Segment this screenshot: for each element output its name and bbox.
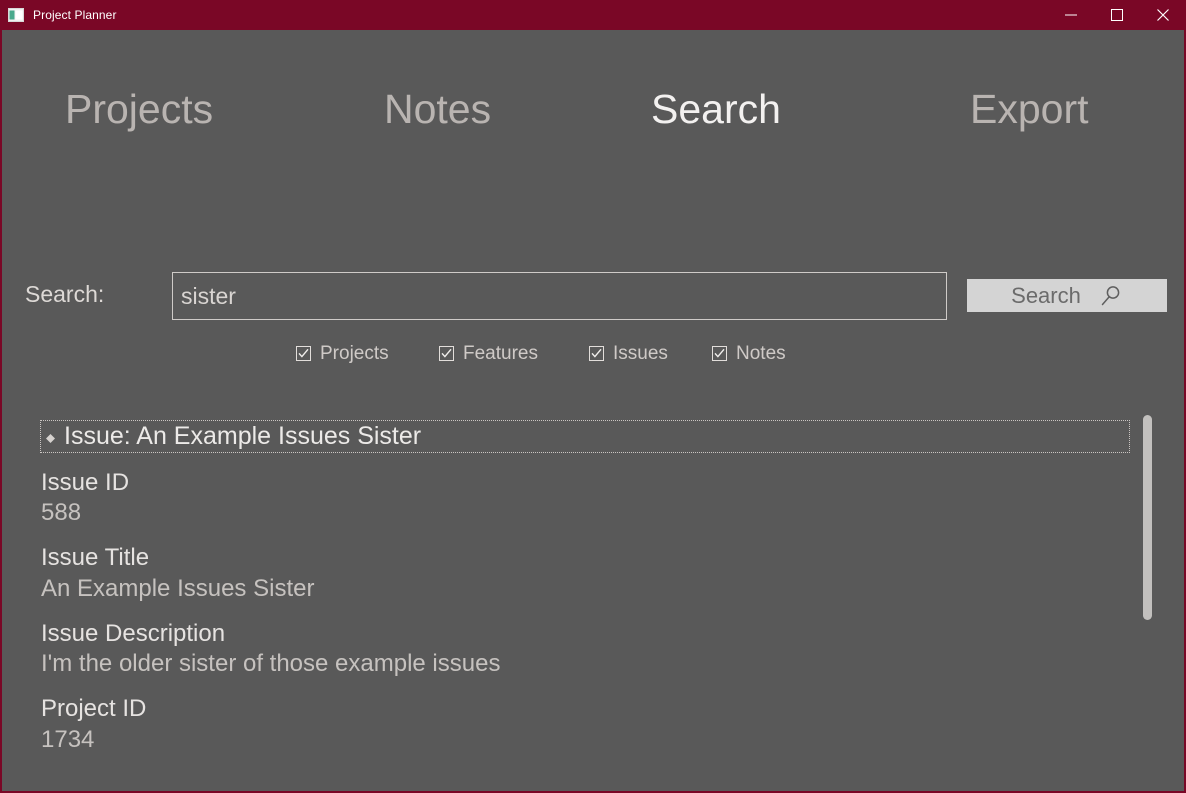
result-field: Project ID 1734: [41, 694, 1131, 754]
field-label-issue-title: Issue Title: [41, 544, 150, 572]
search-label: Search:: [25, 281, 105, 307]
result-field: Issue ID 588: [41, 468, 1131, 528]
minimize-icon[interactable]: [1048, 0, 1094, 30]
result-field: Issue Description I'm the older sister o…: [41, 619, 1131, 679]
search-results-panel: Issue: An Example Issues Sister Issue ID…: [40, 402, 1168, 782]
results-scrollbar-thumb[interactable]: [1143, 415, 1152, 620]
tab-notes[interactable]: Notes: [384, 86, 491, 133]
filter-label-projects: Projects: [320, 343, 389, 364]
filter-label-notes: Notes: [736, 343, 786, 364]
search-button-label: Search: [1011, 282, 1081, 308]
title-bar: Project Planner: [0, 0, 1186, 30]
checkmark-icon: [439, 346, 454, 361]
nav-tabs: Projects Notes Search Export: [2, 30, 1184, 180]
search-row: Search: Search: [2, 272, 1184, 324]
magnifier-icon: [1099, 284, 1123, 308]
result-header-row[interactable]: Issue: An Example Issues Sister: [40, 420, 1130, 453]
filter-checkbox-projects[interactable]: Projects: [296, 344, 389, 363]
filter-checkbox-features[interactable]: Features: [439, 344, 538, 363]
field-value-issue-id: 588: [41, 499, 82, 527]
filter-label-issues: Issues: [613, 343, 668, 364]
tab-projects[interactable]: Projects: [65, 86, 213, 133]
client-area: Projects Notes Search Export Search: Sea…: [2, 30, 1184, 791]
checkmark-icon: [712, 346, 727, 361]
diamond-bullet-icon: [45, 431, 56, 443]
field-value-project-id: 1734: [41, 725, 95, 753]
result-fields: Issue ID 588 Issue Title An Example Issu…: [41, 468, 1131, 755]
field-value-issue-description: I'm the older sister of those example is…: [41, 650, 501, 678]
app-window: Project Planner Projects Notes Search Ex…: [0, 0, 1186, 793]
filter-label-features: Features: [463, 343, 538, 364]
filter-checkbox-group: Projects Features Issues Notes: [2, 344, 1184, 372]
search-input[interactable]: [172, 272, 947, 320]
field-label-project-id: Project ID: [41, 695, 147, 723]
result-field: Issue Title An Example Issues Sister: [41, 543, 1131, 603]
close-icon[interactable]: [1140, 0, 1186, 30]
result-header-text: Issue: An Example Issues Sister: [64, 422, 422, 450]
field-value-issue-title: An Example Issues Sister: [41, 574, 315, 602]
tab-search[interactable]: Search: [651, 86, 781, 133]
checkmark-icon: [296, 346, 311, 361]
field-label-issue-id: Issue ID: [41, 469, 130, 496]
filter-checkbox-issues[interactable]: Issues: [589, 344, 668, 363]
window-controls: [1048, 0, 1186, 30]
window-title: Project Planner: [33, 8, 117, 22]
results-scrollbar[interactable]: [1140, 412, 1154, 780]
maximize-icon[interactable]: [1094, 0, 1140, 30]
app-window-icon: [8, 7, 24, 23]
checkmark-icon: [589, 346, 604, 361]
search-button[interactable]: Search: [967, 279, 1167, 312]
tab-export[interactable]: Export: [970, 86, 1089, 133]
field-label-issue-description: Issue Description: [41, 619, 226, 647]
filter-checkbox-notes[interactable]: Notes: [712, 344, 786, 363]
